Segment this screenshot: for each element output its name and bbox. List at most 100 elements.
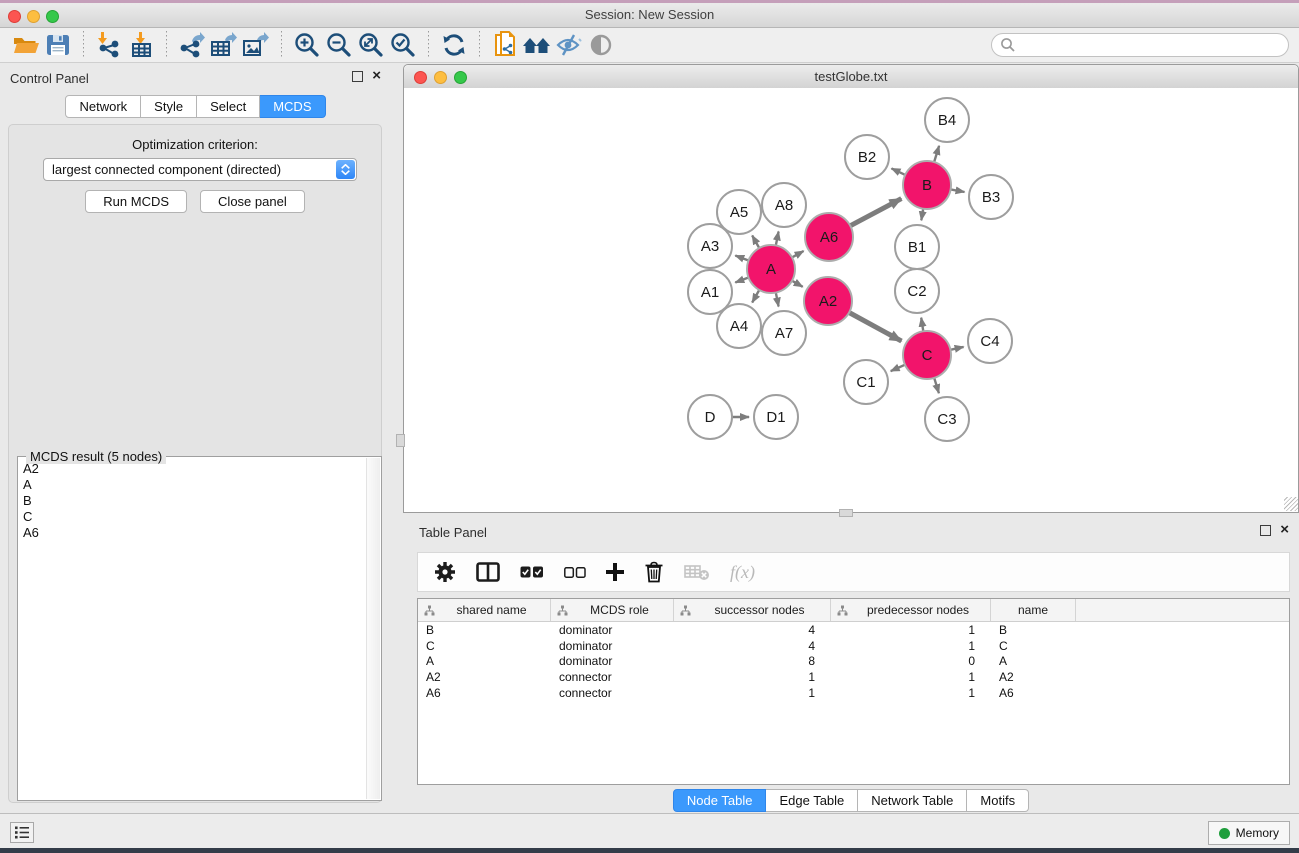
mcds-result-item[interactable]: A	[19, 477, 366, 493]
search-field[interactable]	[991, 33, 1289, 57]
table-tab-motifs[interactable]: Motifs	[967, 789, 1029, 812]
graph-node-C4[interactable]: C4	[967, 318, 1013, 364]
graph-node-C1[interactable]: C1	[843, 359, 889, 405]
graph-node-A[interactable]: A	[746, 244, 796, 294]
column-header-MCDS-role[interactable]: MCDS role	[551, 599, 674, 621]
graph-node-B4[interactable]: B4	[924, 97, 970, 143]
toolbar-separator	[479, 31, 480, 59]
import-table-button[interactable]	[125, 30, 157, 60]
zoom-out-icon	[326, 32, 352, 58]
graph-node-label: C3	[937, 411, 956, 428]
graph-node-D[interactable]: D	[687, 394, 733, 440]
graph-node-label: B4	[938, 112, 956, 129]
network-canvas[interactable]: B4B2BB3A8A5A6A3B1AA1C2A2A4A7C4CC1C3DD1	[404, 88, 1298, 512]
function-builder-button[interactable]: f(x)	[730, 562, 755, 583]
graph-node-A8[interactable]: A8	[761, 182, 807, 228]
table-panel-title: Table Panel	[419, 525, 487, 540]
graph-node-C[interactable]: C	[902, 330, 952, 380]
zoom-selected-button[interactable]	[387, 30, 419, 60]
hide-eye-icon	[555, 33, 583, 57]
tab-style[interactable]: Style	[141, 95, 197, 118]
tab-network[interactable]: Network	[65, 95, 141, 118]
close-panel-icon[interactable]: ×	[372, 70, 381, 82]
panel-splitter-handle[interactable]	[396, 434, 405, 447]
close-panel-button[interactable]: Close panel	[200, 190, 305, 213]
graph-edge-B-B1	[921, 209, 923, 221]
refresh-button[interactable]	[438, 30, 470, 60]
table-options-button[interactable]	[434, 561, 456, 583]
graph-node-B[interactable]: B	[902, 160, 952, 210]
delete-columns-button[interactable]	[644, 561, 664, 583]
zoom-fit-button[interactable]	[355, 30, 387, 60]
float-panel-icon[interactable]	[352, 71, 363, 82]
deselect-all-columns-button[interactable]	[564, 567, 586, 578]
run-mcds-button[interactable]: Run MCDS	[85, 190, 187, 213]
table-row[interactable]: Bdominator41B	[418, 622, 1289, 638]
export-image-button[interactable]	[240, 30, 272, 60]
save-session-button[interactable]	[42, 30, 74, 60]
create-column-button[interactable]	[606, 563, 624, 581]
network-view-window: testGlobe.txt B4B2BB3A8A5A6A3B1AA1C2A2A4…	[403, 64, 1299, 513]
import-network-button[interactable]	[93, 30, 125, 60]
shared-column-icon	[557, 605, 568, 616]
graph-node-D1[interactable]: D1	[753, 394, 799, 440]
first-neighbors-button[interactable]	[521, 30, 553, 60]
graph-node-C2[interactable]: C2	[894, 268, 940, 314]
node-table[interactable]: shared nameMCDS rolesuccessor nodesprede…	[417, 598, 1290, 785]
clone-network-button[interactable]	[489, 30, 521, 60]
delete-table-button[interactable]	[684, 563, 710, 581]
table-tab-network-table[interactable]: Network Table	[858, 789, 967, 812]
graph-node-A6[interactable]: A6	[804, 212, 854, 262]
graph-node-C3[interactable]: C3	[924, 396, 970, 442]
task-history-button[interactable]	[10, 822, 34, 843]
close-table-panel-icon[interactable]: ×	[1280, 524, 1289, 536]
table-tab-node-table[interactable]: Node Table	[673, 789, 767, 812]
zoom-out-button[interactable]	[323, 30, 355, 60]
select-all-columns-button[interactable]	[520, 566, 544, 578]
memory-button[interactable]: Memory	[1208, 821, 1290, 845]
graph-node-A7[interactable]: A7	[761, 310, 807, 356]
table-row[interactable]: Adominator80A	[418, 653, 1289, 669]
table-cell: C	[991, 639, 1076, 653]
export-table-button[interactable]	[208, 30, 240, 60]
graph-node-B3[interactable]: B3	[968, 174, 1014, 220]
tab-mcds[interactable]: MCDS	[260, 95, 325, 118]
graph-node-label: B2	[858, 149, 876, 166]
criterion-value: largest connected component (directed)	[44, 162, 336, 177]
hide-selection-button[interactable]	[553, 30, 585, 60]
table-tab-edge-table[interactable]: Edge Table	[766, 789, 858, 812]
export-network-button[interactable]	[176, 30, 208, 60]
mcds-result-item[interactable]: B	[19, 493, 366, 509]
column-header-name[interactable]: name	[991, 599, 1076, 621]
toggle-panes-button[interactable]	[476, 562, 500, 582]
mcds-result-item[interactable]: C	[19, 509, 366, 525]
column-header-shared-name[interactable]: shared name	[418, 599, 551, 621]
tab-select[interactable]: Select	[197, 95, 260, 118]
column-header-predecessor-nodes[interactable]: predecessor nodes	[831, 599, 991, 621]
mcds-result-item[interactable]: A6	[19, 525, 366, 541]
open-session-button[interactable]	[10, 30, 42, 60]
table-cell: dominator	[551, 623, 674, 637]
float-table-panel-icon[interactable]	[1260, 525, 1271, 536]
graph-node-label: A4	[730, 318, 748, 335]
graph-node-A2[interactable]: A2	[803, 276, 853, 326]
zoom-in-button[interactable]	[291, 30, 323, 60]
graph-node-A4[interactable]: A4	[716, 303, 762, 349]
main-toolbar	[0, 28, 1299, 63]
show-all-button[interactable]	[585, 30, 617, 60]
graph-node-B1[interactable]: B1	[894, 224, 940, 270]
table-row[interactable]: A6connector11A6	[418, 685, 1289, 701]
column-header-successor-nodes[interactable]: successor nodes	[674, 599, 831, 621]
window-resize-grip[interactable]	[1284, 497, 1298, 511]
search-input[interactable]	[1016, 35, 1288, 55]
result-scrollbar[interactable]	[366, 458, 380, 799]
graph-node-A3[interactable]: A3	[687, 223, 733, 269]
table-row[interactable]: Cdominator41C	[418, 638, 1289, 654]
table-row[interactable]: A2connector11A2	[418, 669, 1289, 685]
table-cell: 1	[831, 670, 991, 684]
mcds-result-item[interactable]: A2	[19, 461, 366, 477]
criterion-select[interactable]: largest connected component (directed)	[43, 158, 357, 181]
graph-edge-B-B3	[951, 189, 965, 192]
shared-column-icon	[680, 605, 691, 616]
graph-node-B2[interactable]: B2	[844, 134, 890, 180]
